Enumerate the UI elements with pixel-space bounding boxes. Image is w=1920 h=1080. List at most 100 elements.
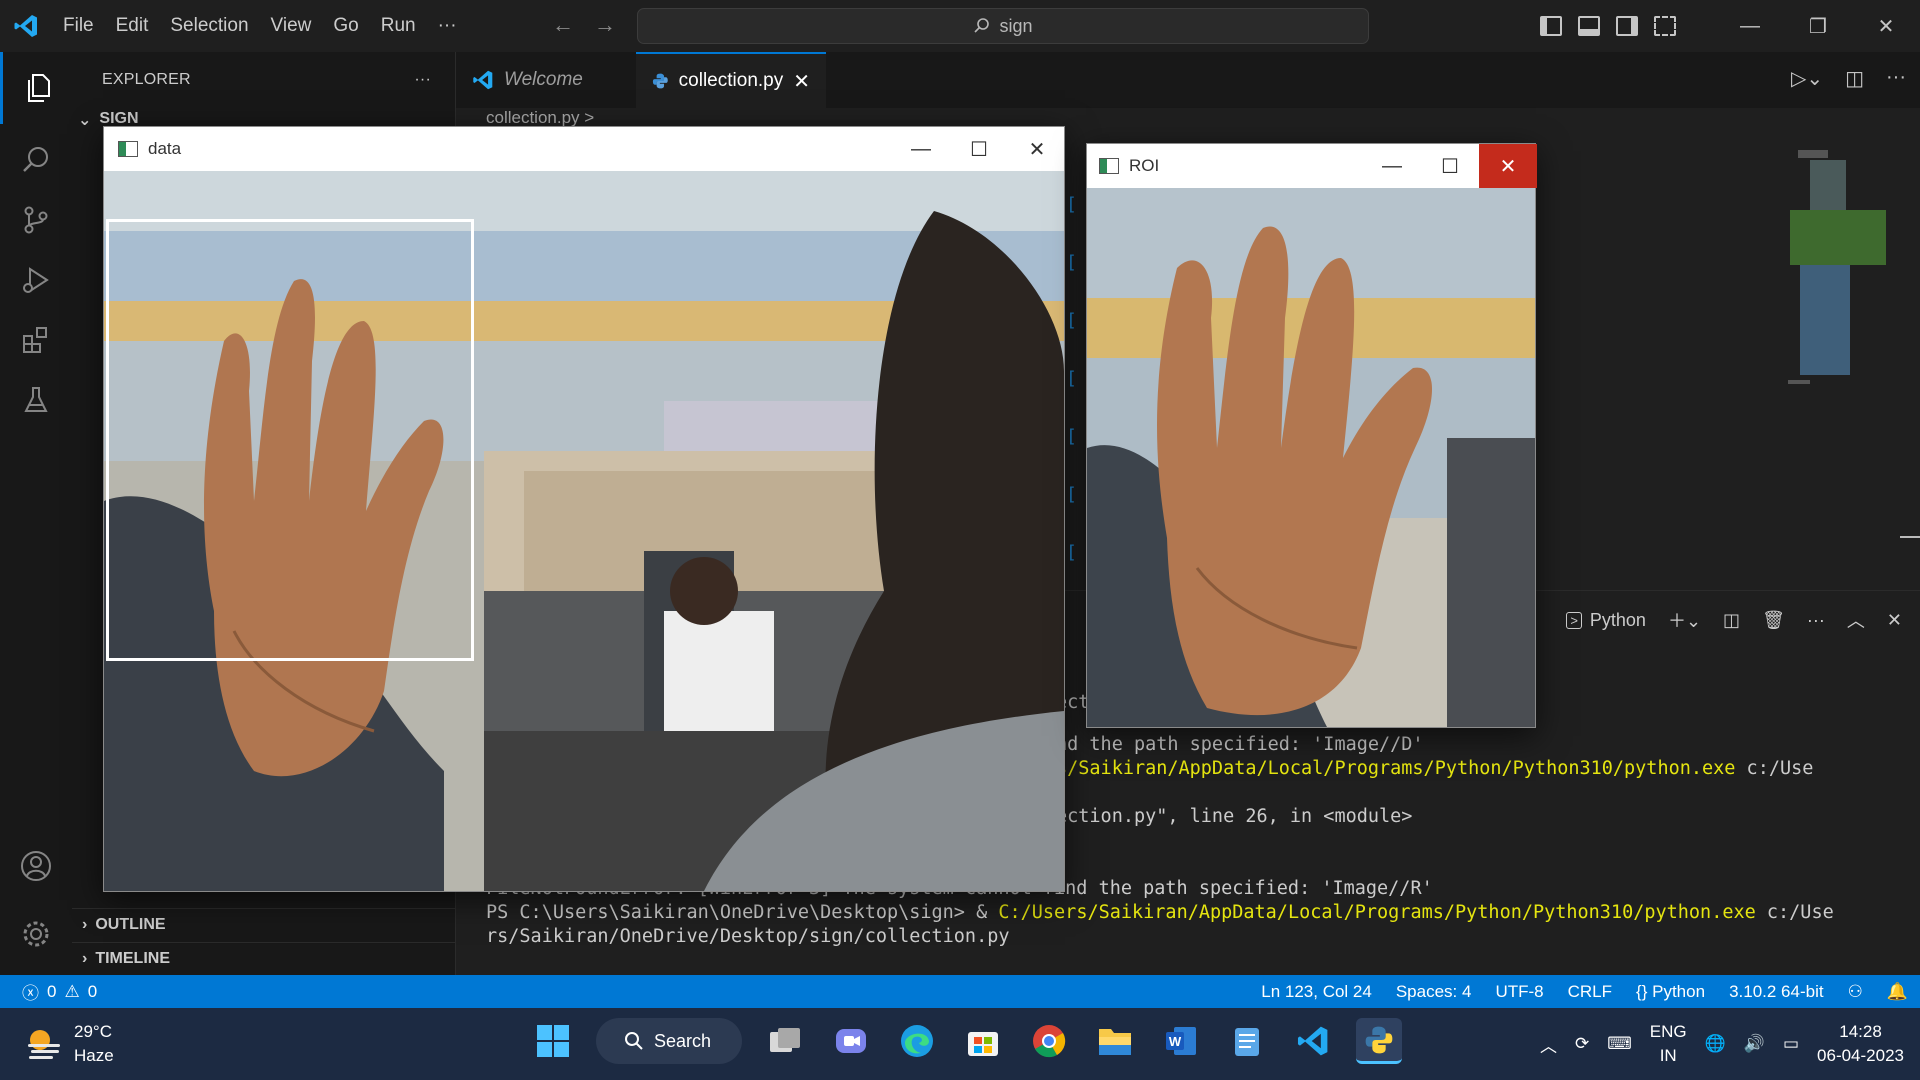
sidebar-title: EXPLORER: [102, 71, 191, 88]
forward-arrow-icon[interactable]: →: [594, 12, 616, 38]
roi-minimize-button[interactable]: —: [1363, 144, 1421, 188]
toggle-panel-icon[interactable]: [1578, 16, 1600, 36]
settings-gear-icon[interactable]: [0, 898, 72, 970]
menu-selection[interactable]: Selection: [159, 15, 259, 37]
volume-icon[interactable]: 🔊: [1744, 1034, 1765, 1054]
minimap[interactable]: [1788, 140, 1888, 400]
cursor-position[interactable]: Ln 123, Col 24: [1261, 982, 1372, 1002]
notifications-bell-icon[interactable]: 🔔: [1887, 982, 1908, 1002]
roi-window-titlebar[interactable]: ROI — ☐ ✕: [1087, 144, 1537, 188]
outline-section[interactable]: › OUTLINE: [72, 908, 456, 940]
chevron-right-icon: ›: [82, 915, 88, 933]
vscode-taskbar-icon[interactable]: [1290, 1018, 1336, 1064]
close-tab-icon[interactable]: ✕: [793, 69, 810, 94]
explorer-icon[interactable]: [0, 52, 72, 124]
vscode-logo-icon: [0, 0, 52, 52]
line-endings[interactable]: CRLF: [1568, 982, 1612, 1002]
encoding[interactable]: UTF-8: [1495, 982, 1543, 1002]
close-panel-icon[interactable]: ✕: [1887, 610, 1902, 631]
roi-box-outline: [106, 219, 474, 661]
language-mode[interactable]: {} Python: [1636, 982, 1705, 1002]
braces-icon: {}: [1636, 981, 1648, 1001]
kill-terminal-trash-icon[interactable]: 🗑: [1762, 610, 1785, 631]
error-icon: ⓧ: [22, 984, 39, 1003]
back-arrow-icon[interactable]: ←: [552, 12, 574, 38]
menu-view[interactable]: View: [260, 15, 323, 37]
feedback-icon[interactable]: ⚇: [1848, 982, 1863, 1002]
search-icon: [625, 1032, 643, 1050]
command-center-search[interactable]: sign: [637, 8, 1369, 44]
input-language[interactable]: ENG IN: [1650, 1020, 1687, 1068]
language-line-1: ENG: [1649, 1022, 1687, 1041]
python-taskbar-icon[interactable]: [1356, 1018, 1402, 1064]
weather-condition: Haze: [74, 1046, 114, 1065]
menu-go[interactable]: Go: [322, 15, 369, 37]
menu-edit[interactable]: Edit: [105, 15, 160, 37]
data-close-button[interactable]: ✕: [1008, 127, 1066, 171]
data-window-titlebar[interactable]: data — ☐ ✕: [104, 127, 1064, 171]
tab-collection-py[interactable]: collection.py ✕: [636, 52, 826, 108]
clock[interactable]: 14:28 06-04-2023: [1817, 1020, 1904, 1068]
roi-maximize-button[interactable]: ☐: [1421, 144, 1479, 188]
split-editor-icon[interactable]: ◫: [1845, 66, 1864, 91]
editor-more-icon[interactable]: ···: [1886, 66, 1906, 91]
chrome-browser-icon[interactable]: [1026, 1018, 1072, 1064]
windows-taskbar: 29°C Haze Search W ︿ ⟳ ⌨ ENG IN 🌐 🔊 ▭ 14…: [0, 1008, 1920, 1080]
run-python-file-icon[interactable]: ▷⌄: [1791, 66, 1823, 91]
indentation[interactable]: Spaces: 4: [1396, 982, 1472, 1002]
taskbar-search-button[interactable]: Search: [596, 1018, 742, 1064]
data-maximize-button[interactable]: ☐: [950, 127, 1008, 171]
breadcrumb-file[interactable]: collection.py >: [486, 108, 594, 127]
notepad-icon[interactable]: [1224, 1018, 1270, 1064]
data-window-title: data: [148, 139, 182, 158]
terminal-prompt: PS C:\Users\Saikiran\OneDrive\Desktop\si…: [486, 902, 999, 923]
data-minimize-button[interactable]: —: [892, 127, 950, 171]
timeline-section[interactable]: › TIMELINE: [72, 942, 456, 974]
roi-close-button[interactable]: ✕: [1479, 144, 1537, 188]
accounts-icon[interactable]: [0, 830, 72, 902]
menu-file[interactable]: File: [52, 15, 105, 37]
terminal-name[interactable]: Python: [1590, 610, 1646, 631]
customize-layout-icon[interactable]: [1654, 16, 1676, 36]
problems-indicator[interactable]: ⓧ 0 ⚠ 0: [0, 979, 97, 1004]
toggle-sidebar-icon[interactable]: [1540, 16, 1562, 36]
edge-browser-icon[interactable]: [894, 1018, 940, 1064]
taskbar-search-label: Search: [654, 1030, 712, 1051]
file-explorer-icon[interactable]: [1092, 1018, 1138, 1064]
roi-frame: [1087, 188, 1535, 727]
tab-welcome[interactable]: Welcome: [456, 52, 636, 108]
close-window-button[interactable]: ✕: [1852, 0, 1920, 52]
opencv-data-window[interactable]: data — ☐ ✕: [103, 126, 1065, 892]
start-windows-icon[interactable]: [530, 1018, 576, 1064]
sync-icon[interactable]: ⟳: [1575, 1034, 1589, 1054]
svg-text:W: W: [1169, 1034, 1182, 1049]
opencv-app-icon: [118, 141, 138, 157]
opencv-roi-window[interactable]: ROI — ☐ ✕: [1086, 143, 1537, 728]
toggle-secondary-sidebar-icon[interactable]: [1616, 16, 1638, 36]
python-interpreter[interactable]: 3.10.2 64-bit: [1729, 982, 1824, 1002]
sidebar-more-actions[interactable]: ···: [414, 71, 431, 89]
keyboard-icon[interactable]: ⌨: [1607, 1034, 1632, 1054]
menu-more[interactable]: ···: [427, 15, 468, 37]
terminal-more-icon[interactable]: ···: [1807, 610, 1825, 631]
show-hidden-icons-chevron-icon[interactable]: ︿: [1540, 1032, 1557, 1057]
minimize-window-button[interactable]: —: [1716, 0, 1784, 52]
new-terminal-icon[interactable]: ＋⌄: [1668, 607, 1701, 633]
maximize-panel-chevron-up-icon[interactable]: ︿: [1847, 607, 1865, 633]
testing-flask-icon[interactable]: [0, 364, 72, 436]
restore-window-button[interactable]: ❐: [1784, 0, 1852, 52]
activity-bar: [0, 52, 72, 975]
menu-run[interactable]: Run: [370, 15, 427, 37]
word-icon[interactable]: W: [1158, 1018, 1204, 1064]
battery-icon[interactable]: ▭: [1783, 1034, 1799, 1054]
vscode-logo-icon: [473, 70, 493, 90]
network-globe-icon[interactable]: 🌐: [1705, 1034, 1726, 1054]
task-view-icon[interactable]: [762, 1018, 808, 1064]
system-tray: ︿ ⟳ ⌨ ENG IN 🌐 🔊 ▭ 14:28 06-04-2023: [1540, 1008, 1904, 1080]
weather-widget[interactable]: 29°C Haze: [24, 1020, 114, 1068]
teams-chat-icon[interactable]: [828, 1018, 874, 1064]
taskbar-apps: Search W: [530, 1018, 1402, 1064]
split-terminal-icon[interactable]: ◫: [1723, 610, 1740, 631]
microsoft-store-icon[interactable]: [960, 1018, 1006, 1064]
status-bar: ⓧ 0 ⚠ 0 Ln 123, Col 24 Spaces: 4 UTF-8 C…: [0, 975, 1920, 1008]
